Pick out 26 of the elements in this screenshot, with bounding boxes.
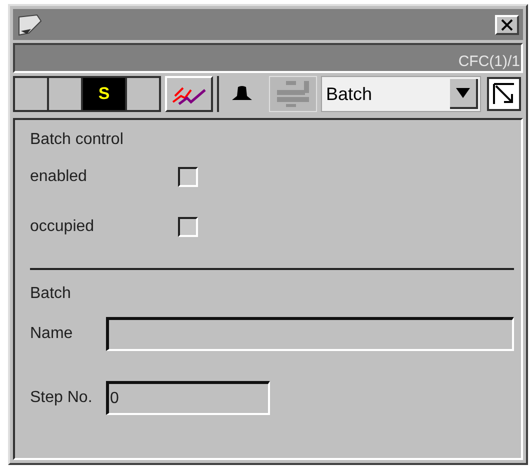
resize-icon (492, 82, 516, 106)
checkbox-label: occupied (30, 217, 96, 237)
dropdown[interactable]: Batch (321, 76, 481, 112)
close-button[interactable] (495, 14, 519, 34)
checkbox-label: enabled (30, 167, 88, 187)
resize-button[interactable] (487, 77, 521, 111)
input-field[interactable]: 0 (106, 381, 270, 415)
section-heading: Batch (30, 284, 72, 304)
section-heading: Batch control (30, 130, 124, 150)
field-label: Name (30, 324, 74, 344)
checkbox[interactable] (178, 167, 198, 187)
bell-icon (231, 85, 253, 103)
status-cell (49, 78, 81, 110)
trend-button[interactable] (165, 76, 213, 112)
status-cell (127, 78, 159, 110)
status-indicator: S (83, 78, 125, 110)
caret-icon (456, 88, 470, 98)
field-label: Step No. (30, 388, 94, 408)
checkbox[interactable] (178, 217, 198, 237)
input-field[interactable] (106, 317, 514, 351)
header-title: CFC(1)/1 (458, 53, 520, 71)
dropdown-arrow-button[interactable] (450, 79, 478, 109)
status-cell (15, 78, 47, 110)
app-icon (17, 12, 43, 36)
block-diagram-icon (274, 79, 312, 109)
close-icon (501, 18, 513, 30)
